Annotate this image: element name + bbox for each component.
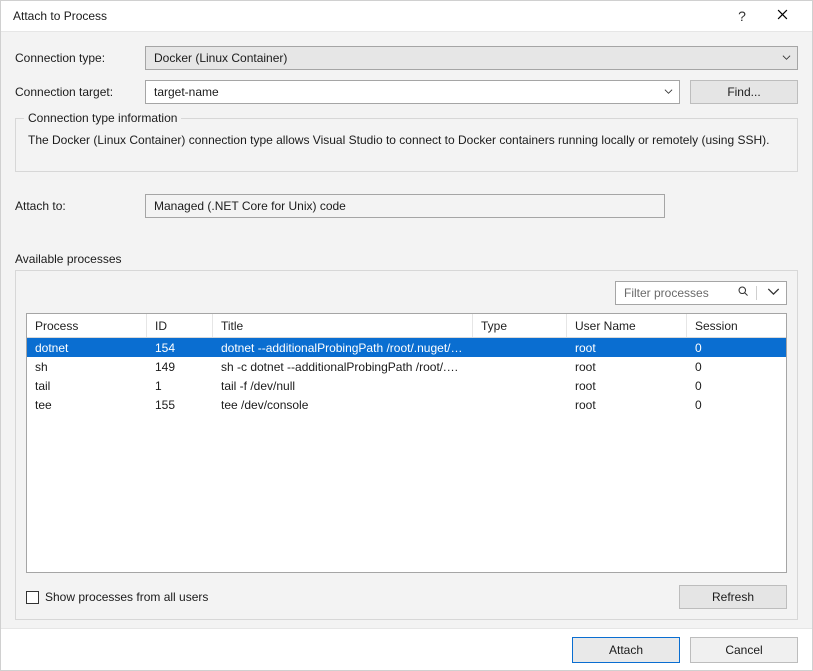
connection-type-label: Connection type: — [15, 51, 145, 65]
find-button-label: Find... — [727, 85, 760, 99]
refresh-button-label: Refresh — [712, 590, 754, 604]
attach-to-value: Managed (.NET Core for Unix) code — [154, 199, 346, 213]
titlebar: Attach to Process ? — [1, 1, 812, 32]
cell-user: root — [567, 341, 687, 355]
help-button[interactable]: ? — [724, 1, 760, 31]
processes-panel: Filter processes Process ID Title Type — [15, 270, 798, 620]
cell-user: root — [567, 398, 687, 412]
search-icon — [737, 285, 750, 301]
filter-processes-input[interactable]: Filter processes — [615, 281, 787, 305]
cell-process: sh — [27, 360, 147, 374]
info-group-title: Connection type information — [24, 111, 181, 125]
col-session[interactable]: Session — [687, 314, 786, 337]
cell-session: 0 — [687, 379, 786, 393]
available-processes-label: Available processes — [15, 252, 798, 266]
cell-user: root — [567, 379, 687, 393]
connection-target-input[interactable]: target-name — [145, 80, 680, 104]
cell-session: 0 — [687, 398, 786, 412]
filter-placeholder: Filter processes — [624, 286, 737, 300]
refresh-button[interactable]: Refresh — [679, 585, 787, 609]
cancel-button-label: Cancel — [725, 643, 762, 657]
table-row[interactable]: dotnet154dotnet --additionalProbingPath … — [27, 338, 786, 357]
col-title[interactable]: Title — [213, 314, 473, 337]
dialog-footer: Attach Cancel — [1, 628, 812, 670]
cell-id: 155 — [147, 398, 213, 412]
show-all-users-checkbox[interactable]: Show processes from all users — [26, 590, 208, 604]
connection-type-dropdown[interactable]: Docker (Linux Container) — [145, 46, 798, 70]
dialog-window: Attach to Process ? Connection type: Doc… — [0, 0, 813, 671]
cell-title: tee /dev/console — [213, 398, 473, 412]
col-user[interactable]: User Name — [567, 314, 687, 337]
cancel-button[interactable]: Cancel — [690, 637, 798, 663]
table-row[interactable]: sh149sh -c dotnet --additionalProbingPat… — [27, 357, 786, 376]
info-text: The Docker (Linux Container) connection … — [28, 133, 785, 147]
chevron-down-icon — [782, 51, 791, 65]
cell-title: tail -f /dev/null — [213, 379, 473, 393]
find-button[interactable]: Find... — [690, 80, 798, 104]
cell-id: 1 — [147, 379, 213, 393]
processes-table[interactable]: Process ID Title Type User Name Session … — [26, 313, 787, 573]
table-header: Process ID Title Type User Name Session — [27, 314, 786, 338]
connection-target-label: Connection target: — [15, 85, 145, 99]
cell-id: 149 — [147, 360, 213, 374]
cell-user: root — [567, 360, 687, 374]
cell-process: tail — [27, 379, 147, 393]
cell-process: tee — [27, 398, 147, 412]
cell-title: sh -c dotnet --additionalProbingPath /ro… — [213, 360, 473, 374]
chevron-down-icon[interactable] — [767, 285, 780, 301]
connection-type-value: Docker (Linux Container) — [154, 51, 287, 65]
window-title: Attach to Process — [13, 9, 724, 23]
col-id[interactable]: ID — [147, 314, 213, 337]
close-button[interactable] — [760, 1, 804, 31]
attach-to-value-box: Managed (.NET Core for Unix) code — [145, 194, 665, 218]
checkbox-icon — [26, 591, 39, 604]
cell-process: dotnet — [27, 341, 147, 355]
col-type[interactable]: Type — [473, 314, 567, 337]
table-row[interactable]: tee155tee /dev/console root0 — [27, 395, 786, 414]
cell-session: 0 — [687, 360, 786, 374]
separator — [756, 286, 757, 300]
close-icon — [777, 9, 788, 23]
cell-id: 154 — [147, 341, 213, 355]
connection-target-value: target-name — [154, 85, 219, 99]
dialog-body: Connection type: Docker (Linux Container… — [1, 32, 812, 628]
table-row[interactable]: tail1tail -f /dev/null root0 — [27, 376, 786, 395]
chevron-down-icon — [664, 85, 673, 99]
cell-session: 0 — [687, 341, 786, 355]
attach-button[interactable]: Attach — [572, 637, 680, 663]
attach-to-label: Attach to: — [15, 199, 145, 213]
connection-type-info-group: Connection type information The Docker (… — [15, 118, 798, 172]
cell-title: dotnet --additionalProbingPath /root/.nu… — [213, 341, 473, 355]
show-all-users-label: Show processes from all users — [45, 590, 208, 604]
col-process[interactable]: Process — [27, 314, 147, 337]
attach-button-label: Attach — [609, 643, 643, 657]
